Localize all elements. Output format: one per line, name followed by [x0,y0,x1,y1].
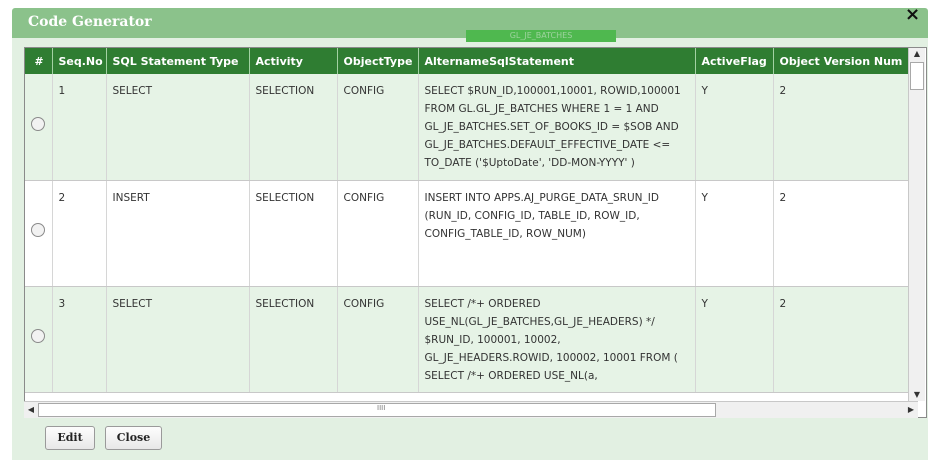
edit-button[interactable]: Edit [45,426,95,450]
scroll-grip-icon: IIII [377,404,386,412]
object-type-cell: CONFIG [337,180,419,287]
seq-no-cell: 3 [52,286,107,393]
sql-type-cell: SELECT [106,286,250,393]
scroll-left-icon[interactable]: ◀ [24,402,38,418]
close-icon[interactable]: × [905,4,920,25]
column-header-object-type[interactable]: ObjectType [337,48,419,74]
row-select-radio[interactable] [31,223,46,237]
seq-no-cell: 1 [52,74,107,181]
version-cell: 2 [773,180,922,287]
object-type-cell: CONFIG [337,74,419,181]
activity-cell: SELECTION [249,180,338,287]
vertical-scrollbar[interactable]: ▲ ▼ [908,48,925,401]
table-row[interactable]: 3 SELECT SELECTION CONFIG SELECT /*+ ORD… [25,286,922,393]
sql-type-cell: INSERT [106,180,250,287]
table-row[interactable]: 2 INSERT SELECTION CONFIG INSERT INTO AP… [25,180,922,287]
activity-cell: SELECTION [249,286,338,393]
active-flag-cell: Y [695,286,774,393]
column-header-object-version-num[interactable]: Object Version Num [773,48,922,74]
version-cell: 2 [773,74,922,181]
column-header-altername-sql-statement[interactable]: AlternameSqlStatement [418,48,696,74]
column-header-seq-no[interactable]: Seq.No [52,48,107,74]
column-header-number[interactable]: # [25,48,53,74]
vertical-scroll-thumb[interactable] [910,62,924,90]
horizontal-scroll-thumb[interactable]: IIII [38,403,716,417]
scroll-up-icon[interactable]: ▲ [909,48,925,60]
header-row: # Seq.No SQL Statement Type Activity Obj… [25,48,922,74]
row-select-cell [25,286,53,393]
row-select-cell [25,180,53,287]
statement-cell: INSERT INTO APPS.AJ_PURGE_DATA_SRUN_ID (… [418,180,696,287]
close-button[interactable]: Close [105,426,162,450]
code-grid: # Seq.No SQL Statement Type Activity Obj… [24,47,927,418]
seq-no-cell: 2 [52,180,107,287]
code-table: # Seq.No SQL Statement Type Activity Obj… [25,48,922,393]
activity-cell: SELECTION [249,74,338,181]
active-flag-cell: Y [695,180,774,287]
sql-type-cell: SELECT [106,74,250,181]
code-generator-dialog: Code Generator × GL_JE_BATCHES # Seq.No … [0,0,928,466]
object-type-cell: CONFIG [337,286,419,393]
active-flag-cell: Y [695,74,774,181]
scroll-right-icon[interactable]: ▶ [904,402,918,418]
statement-cell: SELECT /*+ ORDERED USE_NL(GL_JE_BATCHES,… [418,286,696,393]
horizontal-scrollbar[interactable]: ◀ IIII ▶ [24,401,918,418]
statement-cell: SELECT $RUN_ID,100001,10001, ROWID,10000… [418,74,696,181]
scroll-down-icon[interactable]: ▼ [909,389,925,401]
background-page-text: GL_JE_BATCHES [466,30,616,42]
column-header-activity[interactable]: Activity [249,48,338,74]
table-row[interactable]: 1 SELECT SELECTION CONFIG SELECT $RUN_ID… [25,74,922,181]
row-select-radio[interactable] [31,116,46,131]
column-header-sql-statement-type[interactable]: SQL Statement Type [106,48,250,74]
version-cell: 2 [773,286,922,393]
row-select-cell [25,74,53,181]
column-header-active-flag[interactable]: ActiveFlag [695,48,774,74]
row-select-radio[interactable] [31,329,46,343]
dialog-title: Code Generator [28,14,152,30]
